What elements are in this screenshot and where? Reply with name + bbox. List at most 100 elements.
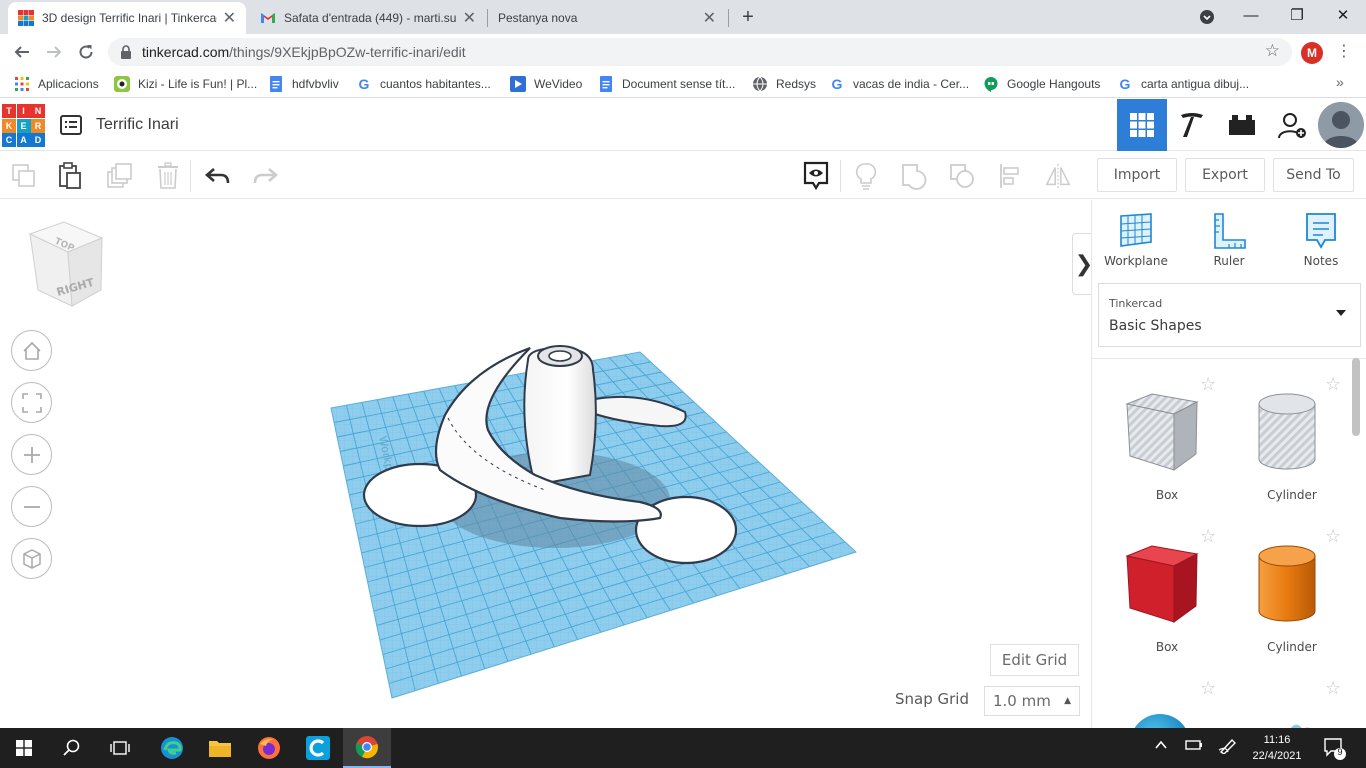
favorite-star-icon[interactable]: ☆ <box>1200 526 1216 547</box>
delete-button[interactable] <box>154 162 182 190</box>
mirror-button[interactable] <box>1044 162 1072 190</box>
import-button[interactable]: Import <box>1097 158 1177 192</box>
search-button[interactable] <box>48 728 96 768</box>
shape-box[interactable]: ☆ Box <box>1092 518 1217 668</box>
home-view-button[interactable] <box>11 330 52 371</box>
bookmark-carta-antigua[interactable]: G carta antigua dibuj... <box>1117 75 1250 93</box>
bookmark-vacas-de-india[interactable]: G vacas de india - Cer... <box>829 75 970 93</box>
shape-sphere[interactable]: ☆ <box>1092 670 1217 728</box>
edit-grid-button[interactable]: Edit Grid <box>990 644 1079 676</box>
bookmark-label: Aplicacions <box>38 77 99 91</box>
tab-close-icon[interactable]: ✕ <box>223 8 236 28</box>
group-button[interactable] <box>900 162 928 190</box>
shape-scribble[interactable]: ☆ <box>1217 670 1342 728</box>
more-bookmarks-icon[interactable]: » <box>1336 74 1344 90</box>
favorite-star-icon[interactable]: ☆ <box>1325 374 1341 395</box>
minus-icon <box>23 505 40 508</box>
zoom-out-button[interactable] <box>11 486 52 527</box>
hint-button[interactable] <box>852 162 880 190</box>
taskbar-cisco[interactable] <box>294 728 342 768</box>
show-hidden-icons[interactable] <box>1154 738 1168 755</box>
tab-close-icon[interactable]: ✕ <box>703 8 716 28</box>
tab-search-icon[interactable] <box>1184 0 1230 34</box>
taskbar-firefox[interactable] <box>245 728 293 768</box>
bookmark-google-hangouts[interactable]: Google Hangouts <box>983 75 1100 93</box>
taskbar-edge[interactable] <box>148 728 196 768</box>
user-avatar[interactable] <box>1318 102 1364 148</box>
reload-icon[interactable] <box>74 40 98 64</box>
ruler-tool[interactable]: Ruler <box>1189 212 1269 272</box>
send-to-button[interactable]: Send To <box>1273 158 1354 192</box>
minecraft-view-button[interactable] <box>1167 99 1217 151</box>
toolbar-separator <box>190 160 191 192</box>
paste-button[interactable] <box>56 162 84 190</box>
export-button[interactable]: Export <box>1185 158 1265 192</box>
bookmark-kizi[interactable]: Kizi - Life is Fun! | Pl... <box>114 75 257 93</box>
design-list-icon[interactable] <box>60 115 82 135</box>
tab-tinkercad[interactable]: 3D design Terrific Inari | Tinkercad ✕ <box>8 2 246 34</box>
fit-view-button[interactable] <box>11 382 52 423</box>
shape-cylinder[interactable]: ☆ Cylinder <box>1217 518 1342 668</box>
shape-label: Cylinder <box>1267 640 1317 654</box>
snap-grid-select[interactable]: 1.0 mm ▲ <box>984 686 1080 716</box>
notes-tool[interactable]: Notes <box>1281 212 1361 272</box>
workplane-tool[interactable]: Workplane <box>1096 212 1176 272</box>
new-tab-button[interactable]: + <box>736 5 760 29</box>
bookmark-cuantos-habitantes[interactable]: G cuantos habitantes... <box>356 75 491 93</box>
profile-avatar[interactable]: M <box>1301 42 1323 64</box>
workplane-scene[interactable]: Workplane <box>0 200 1090 728</box>
notification-center[interactable]: 9 <box>1322 736 1346 763</box>
tab-gmail[interactable]: Safata d'entrada (449) - marti.sub ✕ <box>250 2 486 34</box>
browser-menu-icon[interactable]: ⋮ <box>1336 42 1352 62</box>
close-window-icon[interactable]: ✕ <box>1320 0 1366 34</box>
wevideo-icon <box>510 76 526 92</box>
taskbar-clock[interactable]: 11:16 22/4/2021 <box>1246 732 1308 764</box>
3d-viewport[interactable]: Workplane TOP RIGHT Edit Grid Snap Grid … <box>0 200 1090 728</box>
taskbar-chrome[interactable] <box>343 728 391 768</box>
zoom-in-button[interactable] <box>11 434 52 475</box>
shape-library-dropdown[interactable]: Tinkercad Basic Shapes <box>1098 283 1361 347</box>
invite-user-button[interactable] <box>1267 99 1317 151</box>
pen-tray[interactable] <box>1218 738 1238 757</box>
notes-toggle-button[interactable] <box>802 161 830 191</box>
shape-box-hole[interactable]: ☆ Box <box>1092 366 1217 516</box>
bookmark-hdfvbvliv[interactable]: hdfvbvliv <box>268 75 339 93</box>
copy-button[interactable] <box>10 162 38 190</box>
bookmark-document-sense-titol[interactable]: Document sense tít... <box>598 75 735 93</box>
forward-arrow-icon[interactable] <box>42 40 66 64</box>
3d-design-view-button[interactable] <box>1117 99 1167 151</box>
bookmark-star-icon[interactable]: ☆ <box>1265 41 1280 61</box>
favorite-star-icon[interactable]: ☆ <box>1200 374 1216 395</box>
address-bar[interactable]: tinkercad.com/things/9XEkjpBpOZw-terrifi… <box>108 38 1292 66</box>
ortho-perspective-button[interactable] <box>11 538 52 579</box>
shapes-panel-scrollbar[interactable] <box>1352 358 1360 436</box>
ungroup-button[interactable] <box>948 162 976 190</box>
favorite-star-icon[interactable]: ☆ <box>1325 678 1341 699</box>
taskbar-file-explorer[interactable] <box>196 728 244 768</box>
redo-button[interactable] <box>251 162 279 190</box>
start-button[interactable] <box>0 728 48 768</box>
task-view-button[interactable] <box>96 728 144 768</box>
undo-button[interactable] <box>204 162 232 190</box>
design-title[interactable]: Terrific Inari <box>96 116 179 134</box>
tab-new-tab[interactable]: Pestanya nova ✕ <box>488 2 726 34</box>
restore-icon[interactable]: ❐ <box>1274 0 1320 34</box>
minimize-icon[interactable]: — <box>1228 0 1274 34</box>
favorite-star-icon[interactable]: ☆ <box>1200 678 1216 699</box>
bookmark-label: Redsys <box>776 77 817 91</box>
align-button[interactable] <box>996 162 1024 190</box>
duplicate-button[interactable] <box>106 162 134 190</box>
bookmark-redsys[interactable]: Redsys <box>752 75 816 93</box>
bricks-view-button[interactable] <box>1217 99 1267 151</box>
bookmarks-bar: Aplicacions Kizi - Life is Fun! | Pl... … <box>0 70 1366 98</box>
favorite-star-icon[interactable]: ☆ <box>1325 526 1341 547</box>
bookmark-apps[interactable]: Aplicacions <box>14 75 99 93</box>
hub-body[interactable] <box>523 346 597 487</box>
back-arrow-icon[interactable] <box>10 40 34 64</box>
tab-close-icon[interactable]: ✕ <box>463 8 476 28</box>
view-cube[interactable]: TOP RIGHT <box>22 220 112 315</box>
shape-cylinder-hole[interactable]: ☆ Cylinder <box>1217 366 1342 516</box>
bookmark-wevideo[interactable]: WeVideo <box>510 75 582 93</box>
tinkercad-logo[interactable]: T I N K E R C A D <box>2 104 45 147</box>
battery-tray[interactable] <box>1185 738 1203 755</box>
